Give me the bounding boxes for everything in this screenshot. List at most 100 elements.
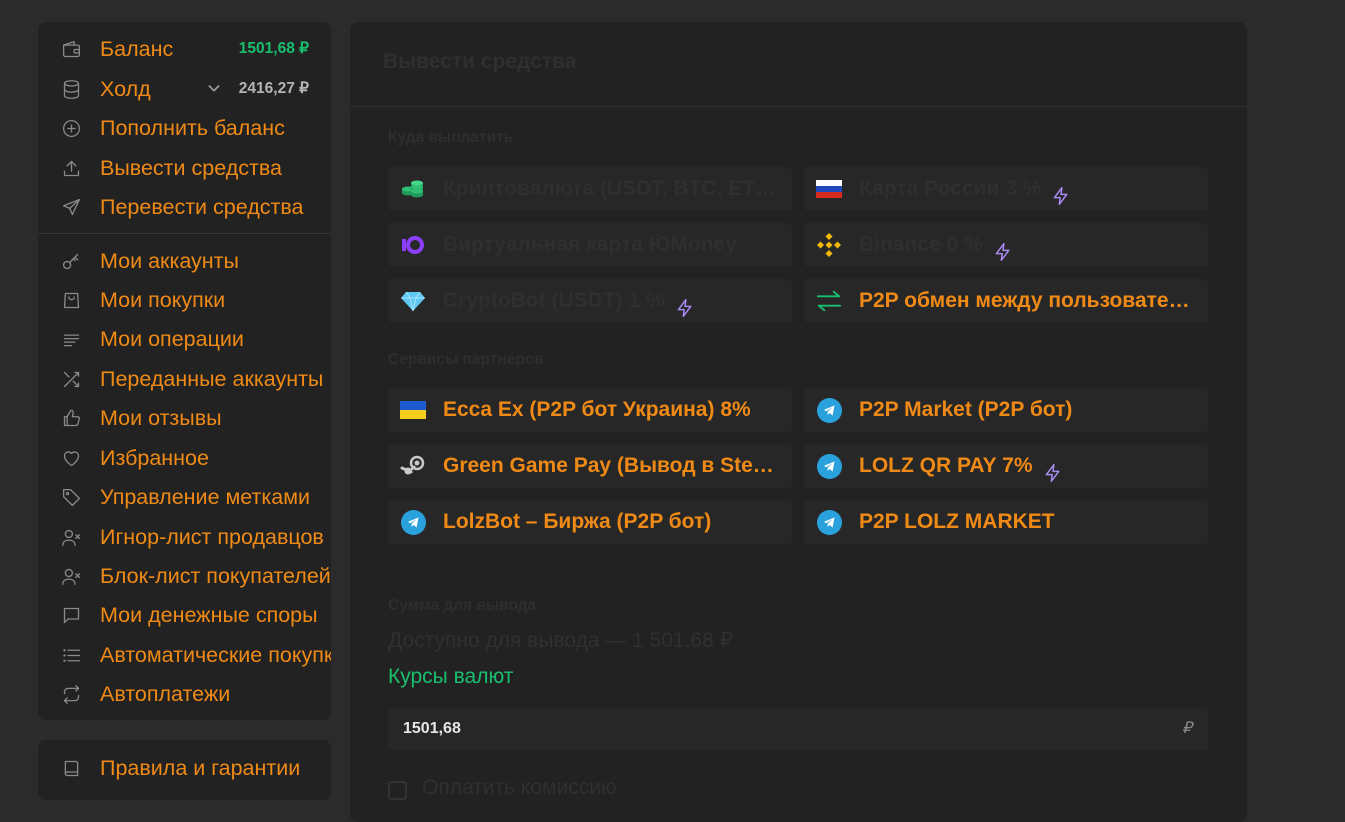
partner-option-p2p-lolz-market[interactable]: P2P LOLZ MARKET	[804, 500, 1208, 544]
amount-input[interactable]: 1501,68 ₽	[388, 708, 1208, 750]
send-icon	[60, 196, 82, 218]
sidebar-item-purchases[interactable]: Мои покупки	[38, 281, 331, 319]
sidebar-item-label: Вывести средства	[100, 156, 282, 180]
sidebar-item-withdraw[interactable]: Вывести средства	[38, 149, 331, 187]
sidebar-item-auto-purchases[interactable]: Автоматические покупки	[38, 636, 331, 674]
chevron-down-icon[interactable]	[206, 80, 222, 96]
available-amount: Доступно для вывода — 1 501,68 ₽	[388, 629, 734, 652]
pay-fee-label: Оплатить комиссию	[422, 776, 617, 799]
sidebar-divider	[38, 233, 331, 234]
sidebar-item-label: Правила и гарантии	[100, 756, 301, 780]
sidebar-item-accounts[interactable]: Мои аккаунты	[38, 242, 331, 280]
exchange-rates-link[interactable]: Курсы валют	[388, 665, 513, 689]
payout-option-russia-card[interactable]: Карта России 3 %	[804, 167, 1208, 211]
sidebar-item-transfer[interactable]: Перевести средства	[38, 188, 331, 226]
partner-option-ecca-ex[interactable]: Ecca Ex (P2P бот Украина) 8%	[388, 388, 792, 432]
partner-option-label: LOLZ QR PAY 7%	[859, 444, 1065, 488]
sidebar-item-transferred-accounts[interactable]: Переданные аккаунты	[38, 360, 331, 398]
pay-fee-checkbox[interactable]	[388, 781, 407, 800]
bolt-icon	[1051, 178, 1073, 206]
sidebar-item-label: Мои покупки	[100, 288, 226, 312]
title-divider	[350, 106, 1247, 107]
telegram-icon	[400, 509, 426, 535]
sidebar-item-label: Автоплатежи	[100, 682, 231, 706]
list-lines-icon	[60, 328, 82, 350]
partners-section-label: Сервисы партнеров	[388, 351, 544, 368]
sidebar-item-label: Баланс	[100, 37, 174, 61]
shopping-bag-icon	[60, 289, 82, 311]
partner-option-lolzbot[interactable]: LolzBot – Биржа (P2P бот)	[388, 500, 792, 544]
amount-section-label: Сумма для вывода	[388, 597, 537, 614]
payout-option-yoomoney[interactable]: Виртуальная карта ЮMoney	[388, 223, 792, 267]
sidebar-item-label: Мои операции	[100, 327, 244, 351]
amount-currency: ₽	[1181, 720, 1192, 737]
sidebar-item-label: Мои аккаунты	[100, 249, 239, 273]
key-icon	[60, 250, 82, 272]
payout-option-label: CryptoBot (USDT) 1 %	[443, 279, 697, 323]
sidebar-item-label: Мои денежные споры	[100, 603, 318, 627]
payout-option-crypto[interactable]: Криптовалюта (USDT, BTC, ETH...)	[388, 167, 792, 211]
sidebar-item-label: Холд	[100, 77, 151, 101]
partner-option-label: P2P Market (P2P бот)	[859, 398, 1073, 421]
sidebar-item-label: Перевести средства	[100, 195, 304, 219]
payout-section-label: Куда выплатить	[388, 129, 514, 146]
payout-option-p2p-exchange[interactable]: P2P обмен между пользователями	[804, 279, 1208, 323]
partner-option-label: LolzBot – Биржа (P2P бот)	[443, 510, 712, 533]
sidebar-item-operations[interactable]: Мои операции	[38, 320, 331, 358]
shuffle-icon	[60, 368, 82, 390]
sidebar-item-disputes[interactable]: Мои денежные споры	[38, 596, 331, 634]
telegram-icon	[816, 453, 842, 479]
ukraine-flag-icon	[400, 398, 426, 422]
sidebar-item-reviews[interactable]: Мои отзывы	[38, 399, 331, 437]
payout-option-cryptobot[interactable]: CryptoBot (USDT) 1 %	[388, 279, 792, 323]
page-title: Вывести средства	[383, 50, 577, 73]
russia-flag-icon	[816, 177, 842, 201]
user-x-icon	[60, 565, 82, 587]
payout-option-label: P2P обмен между пользователями	[859, 289, 1194, 312]
sidebar-item-label: Избранное	[100, 446, 209, 470]
sidebar-item-label: Переданные аккаунты	[100, 367, 324, 391]
hold-value: 2416,27 ₽	[238, 80, 309, 97]
payout-option-label: Binance 0 %	[859, 223, 1015, 267]
thumbs-up-icon	[60, 407, 82, 429]
sidebar-item-ignore-list[interactable]: Игнор-лист продавцов	[38, 518, 331, 556]
yoomoney-icon	[400, 233, 426, 257]
upload-icon	[60, 157, 82, 179]
sidebar-item-label: Мои отзывы	[100, 406, 222, 430]
partner-option-label: Ecca Ex (P2P бот Украина) 8%	[443, 398, 751, 421]
swap-arrows-icon	[816, 289, 842, 313]
user-x-icon	[60, 526, 82, 548]
bolt-icon	[993, 234, 1015, 262]
sidebar-item-deposit[interactable]: Пополнить баланс	[38, 109, 331, 147]
sidebar-item-favorites[interactable]: Избранное	[38, 439, 331, 477]
sidebar-item-autopayments[interactable]: Автоплатежи	[38, 675, 331, 713]
sidebar-item-balance[interactable]: Баланс 1501,68 ₽	[38, 30, 331, 68]
partner-option-p2p-market[interactable]: P2P Market (P2P бот)	[804, 388, 1208, 432]
tag-icon	[60, 486, 82, 508]
payout-option-label: Криптовалюта (USDT, BTC, ETH...)	[443, 177, 778, 200]
partner-option-label: P2P LOLZ MARKET	[859, 510, 1055, 533]
plus-circle-icon	[60, 117, 82, 139]
book-icon	[60, 757, 82, 779]
message-square-icon	[60, 604, 82, 626]
sidebar-item-tags[interactable]: Управление метками	[38, 478, 331, 516]
payout-option-binance[interactable]: Binance 0 %	[804, 223, 1208, 267]
sidebar-item-rules[interactable]: Правила и гарантии	[38, 749, 331, 787]
telegram-icon	[816, 397, 842, 423]
coins-icon	[400, 177, 426, 201]
sidebar-menu: Баланс 1501,68 ₽ Холд 2416,27 ₽ Пополнит…	[38, 22, 331, 720]
withdraw-panel: Вывести средства Куда выплатить Криптова…	[350, 22, 1247, 822]
sidebar-item-label: Игнор-лист продавцов	[100, 525, 324, 549]
heart-icon	[60, 447, 82, 469]
sidebar-item-block-list[interactable]: Блок-лист покупателей	[38, 557, 331, 595]
steam-icon	[400, 454, 426, 478]
partner-option-lolz-qr-pay[interactable]: LOLZ QR PAY 7%	[804, 444, 1208, 488]
repeat-icon	[60, 683, 82, 705]
payout-option-label: Карта России 3 %	[859, 167, 1073, 211]
binance-icon	[816, 233, 842, 257]
partner-option-green-game-pay[interactable]: Green Game Pay (Вывод в Steam)	[388, 444, 792, 488]
sidebar-item-hold[interactable]: Холд 2416,27 ₽	[38, 70, 331, 108]
sidebar-menu-bottom: Правила и гарантии	[38, 740, 331, 800]
sidebar-item-label: Управление метками	[100, 485, 310, 509]
partner-option-label: Green Game Pay (Вывод в Steam)	[443, 454, 778, 477]
